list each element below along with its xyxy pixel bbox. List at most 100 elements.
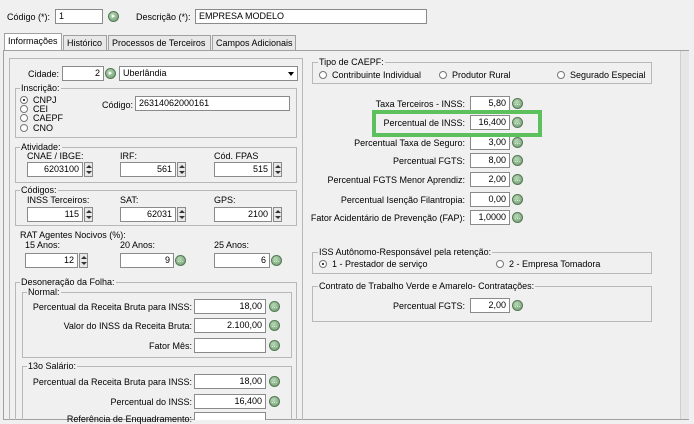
- pct-receita-input[interactable]: 18,00: [194, 299, 266, 314]
- rat-15-input[interactable]: 12: [25, 253, 78, 268]
- caepf-title: Tipo de CAEPF:: [318, 57, 385, 67]
- radio-prestador-label: 1 - Prestador de serviço: [332, 259, 428, 269]
- tab-campos-adicionais[interactable]: Campos Adicionais: [212, 35, 296, 50]
- pct-receita-lookup-icon[interactable]: …: [269, 301, 280, 312]
- contrato-fgts-label: Percentual FGTS:: [392, 301, 465, 311]
- search-cidade-icon[interactable]: ▸: [105, 68, 116, 79]
- descricao-input[interactable]: EMPRESA MODELO: [195, 9, 427, 24]
- fgts-menor-lookup-icon[interactable]: …: [512, 174, 523, 185]
- isencao-label: Percentual Isenção Filantropia:: [340, 195, 465, 205]
- valor-inss-label: Valor do INSS da Receita Bruta:: [63, 321, 192, 331]
- cnae-label: CNAE / IBGE:: [27, 151, 84, 161]
- inscricao-codigo-input[interactable]: 26314062000161: [135, 96, 290, 111]
- radio-produtor-rural[interactable]: [439, 71, 447, 79]
- fgts-label: Percentual FGTS:: [392, 156, 465, 166]
- iss-title: ISS Autônomo-Responsável pela retenção:: [318, 247, 493, 257]
- taxa-seguro-lookup-icon[interactable]: …: [512, 137, 523, 148]
- contrato-fgts-lookup-icon[interactable]: …: [512, 300, 523, 311]
- decimo-ref-input[interactable]: [194, 412, 266, 420]
- rat-15-spinner[interactable]: [79, 253, 88, 268]
- fgts-input[interactable]: 8,00: [470, 153, 510, 168]
- radio-empresa-tomadora[interactable]: [496, 260, 504, 268]
- codigos-title: Códigos:: [20, 185, 58, 195]
- rat-25-input[interactable]: 6: [214, 253, 270, 268]
- cidade-code-input[interactable]: 2: [62, 66, 104, 81]
- decimo-pct-inss-label: Percentual do INSS:: [110, 397, 192, 407]
- fgts-menor-label: Percentual FGTS Menor Aprendiz:: [327, 175, 465, 185]
- fator-mes-lookup-icon[interactable]: …: [269, 340, 280, 351]
- pct-receita-label: Percentual da Receita Bruta para INSS:: [32, 302, 192, 312]
- taxa-terceiros-input[interactable]: 5,80: [470, 96, 510, 111]
- radio-cnpj[interactable]: [20, 96, 28, 104]
- irf-label: IRF:: [120, 151, 137, 161]
- gps-input[interactable]: 2100: [214, 207, 272, 222]
- pct-inss-input[interactable]: 16,400: [470, 115, 510, 130]
- rat-20-input[interactable]: 9: [120, 253, 174, 268]
- scrollbar[interactable]: [680, 51, 689, 419]
- normal-title: Normal:: [27, 287, 61, 297]
- fpas-spinner[interactable]: [273, 162, 282, 177]
- radio-prestador-servico[interactable]: [319, 260, 327, 268]
- isencao-input[interactable]: 0,00: [470, 192, 510, 207]
- radio-segurado-label: Segurado Especial: [570, 70, 646, 80]
- rat-25-label: 25 Anos:: [214, 240, 250, 250]
- radio-cno[interactable]: [20, 124, 28, 132]
- contrato-fgts-input[interactable]: 2,00: [470, 298, 510, 313]
- fator-mes-input[interactable]: [194, 338, 266, 353]
- fpas-label: Cód. FPAS: [214, 151, 259, 161]
- valor-inss-lookup-icon[interactable]: …: [269, 320, 280, 331]
- inscricao-codigo-label: Código:: [102, 100, 134, 110]
- cnae-spinner[interactable]: [84, 162, 93, 177]
- rat-title: RAT Agentes Nocivos (%):: [20, 230, 126, 240]
- fgts-menor-input[interactable]: 2,00: [470, 172, 510, 187]
- irf-spinner[interactable]: [177, 162, 186, 177]
- inss-terceiros-spinner[interactable]: [84, 207, 93, 222]
- decimo-pct-receita-lookup-icon[interactable]: …: [269, 376, 280, 387]
- isencao-lookup-icon[interactable]: …: [512, 194, 523, 205]
- irf-input[interactable]: 561: [120, 162, 176, 177]
- inscricao-title: Inscrição:: [20, 83, 61, 93]
- fgts-lookup-icon[interactable]: …: [512, 155, 523, 166]
- fap-lookup-icon[interactable]: …: [512, 212, 523, 223]
- sat-label: SAT:: [120, 195, 139, 205]
- sat-spinner[interactable]: [177, 207, 186, 222]
- inss-terceiros-input[interactable]: 115: [27, 207, 83, 222]
- rat-25-lookup-icon[interactable]: …: [271, 255, 282, 266]
- fap-label: Fator Acidentário de Prevenção (FAP):: [310, 213, 465, 223]
- taxa-seguro-input[interactable]: 3,00: [470, 135, 510, 150]
- radio-contribuinte-individual[interactable]: [319, 71, 327, 79]
- cnae-input[interactable]: 6203100: [27, 162, 83, 177]
- pct-inss-lookup-icon[interactable]: …: [512, 117, 523, 128]
- taxa-terceiros-lookup-icon[interactable]: …: [512, 98, 523, 109]
- cidade-name: Uberlândia: [123, 68, 167, 78]
- cidade-select[interactable]: Uberlândia: [119, 66, 298, 81]
- decimo-title: 13o Salário:: [27, 361, 78, 371]
- chevron-down-icon: [288, 72, 294, 76]
- decimo-pct-receita-input[interactable]: 18,00: [194, 374, 266, 389]
- radio-segurado-especial[interactable]: [557, 71, 565, 79]
- decimo-pct-receita-label: Percentual da Receita Bruta para INSS:: [32, 377, 192, 387]
- radio-caepf[interactable]: [20, 114, 28, 122]
- gps-spinner[interactable]: [273, 207, 282, 222]
- rat-20-label: 20 Anos:: [120, 240, 156, 250]
- decimo-pct-inss-lookup-icon[interactable]: …: [269, 396, 280, 407]
- valor-inss-input[interactable]: 2.100,00: [194, 318, 266, 333]
- desoneracao-title: Desoneração da Folha:: [20, 277, 116, 287]
- fap-input[interactable]: 1,0000: [470, 210, 510, 225]
- gps-label: GPS:: [214, 195, 236, 205]
- fpas-input[interactable]: 515: [214, 162, 272, 177]
- radio-cno-label: CNO: [33, 123, 53, 133]
- codigo-input[interactable]: 1: [55, 9, 103, 24]
- rat-20-lookup-icon[interactable]: …: [175, 255, 186, 266]
- sat-input[interactable]: 62031: [120, 207, 176, 222]
- search-codigo-icon[interactable]: ▸: [108, 11, 119, 22]
- tab-historico[interactable]: Histórico: [63, 35, 107, 50]
- cidade-label: Cidade:: [28, 69, 60, 79]
- taxa-seguro-label: Percentual Taxa de Seguro:: [354, 138, 465, 148]
- radio-cei[interactable]: [20, 105, 28, 113]
- tab-informacoes[interactable]: Informações: [4, 33, 62, 51]
- descricao-label: Descrição (*):: [136, 12, 191, 22]
- tab-processos-terceiros[interactable]: Processos de Terceiros: [108, 35, 211, 50]
- radio-caepf-label: CAEPF: [33, 113, 64, 123]
- decimo-pct-inss-input[interactable]: 16,400: [194, 394, 266, 409]
